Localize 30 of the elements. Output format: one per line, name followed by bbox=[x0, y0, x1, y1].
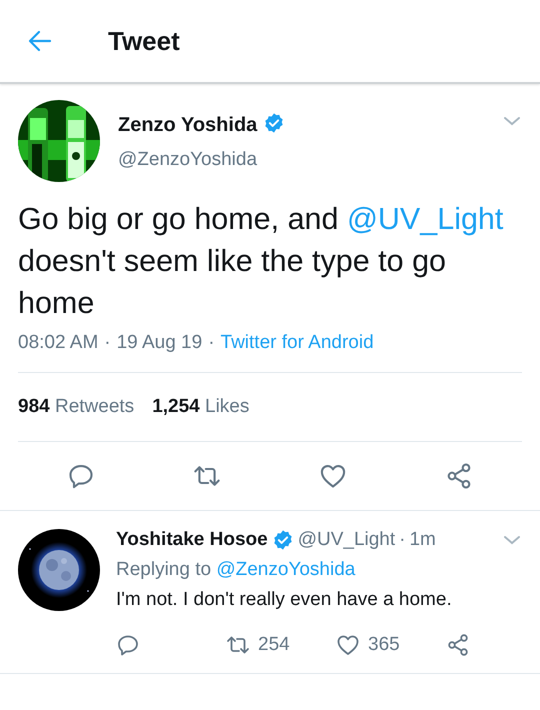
share-icon[interactable] bbox=[446, 633, 470, 657]
author-handle: @ZenzoYoshida bbox=[118, 149, 258, 171]
mention-link[interactable]: @UV_Light bbox=[346, 202, 504, 236]
separator-dot: · bbox=[104, 332, 111, 354]
reply-icon[interactable] bbox=[67, 462, 95, 490]
share-icon[interactable] bbox=[445, 462, 473, 490]
action-count: 254 bbox=[258, 634, 290, 656]
verified-badge-icon bbox=[272, 529, 294, 551]
verified-badge-icon bbox=[263, 112, 286, 134]
mention-link[interactable]: @ZenzoYoshida bbox=[216, 559, 356, 580]
page-title: Tweet bbox=[108, 26, 180, 56]
heart-icon[interactable] bbox=[336, 633, 360, 657]
stat-count[interactable]: 984 Retweets bbox=[18, 396, 134, 418]
reply-author-name: Yoshitake Hosoe bbox=[116, 529, 268, 551]
separator-dot: · bbox=[399, 529, 406, 551]
separator-dot: · bbox=[208, 332, 215, 354]
stat-count[interactable]: 1,254 Likes bbox=[152, 396, 250, 418]
heart-icon[interactable] bbox=[319, 462, 347, 490]
tweet-text: Go big or go home, and @UV_Light doesn't seem like the type to go home bbox=[18, 201, 504, 322]
tweet-date: 19 Aug 19 bbox=[116, 332, 202, 354]
reply-text: I'm not. I don't really even have a home. bbox=[116, 589, 453, 611]
tweet-time: 08:02 AM bbox=[18, 332, 98, 354]
action-count: 365 bbox=[368, 634, 400, 656]
reply-author-handle: @UV_Light bbox=[298, 529, 396, 551]
author-name: Zenzo Yoshida bbox=[118, 114, 258, 137]
back-arrow-icon[interactable] bbox=[28, 30, 52, 52]
reply-time: 1m bbox=[409, 529, 436, 551]
replying-to-text: Replying to @ZenzoYoshida bbox=[116, 559, 356, 581]
source-link[interactable]: Twitter for Android bbox=[220, 332, 374, 354]
reply-icon[interactable] bbox=[116, 633, 140, 657]
